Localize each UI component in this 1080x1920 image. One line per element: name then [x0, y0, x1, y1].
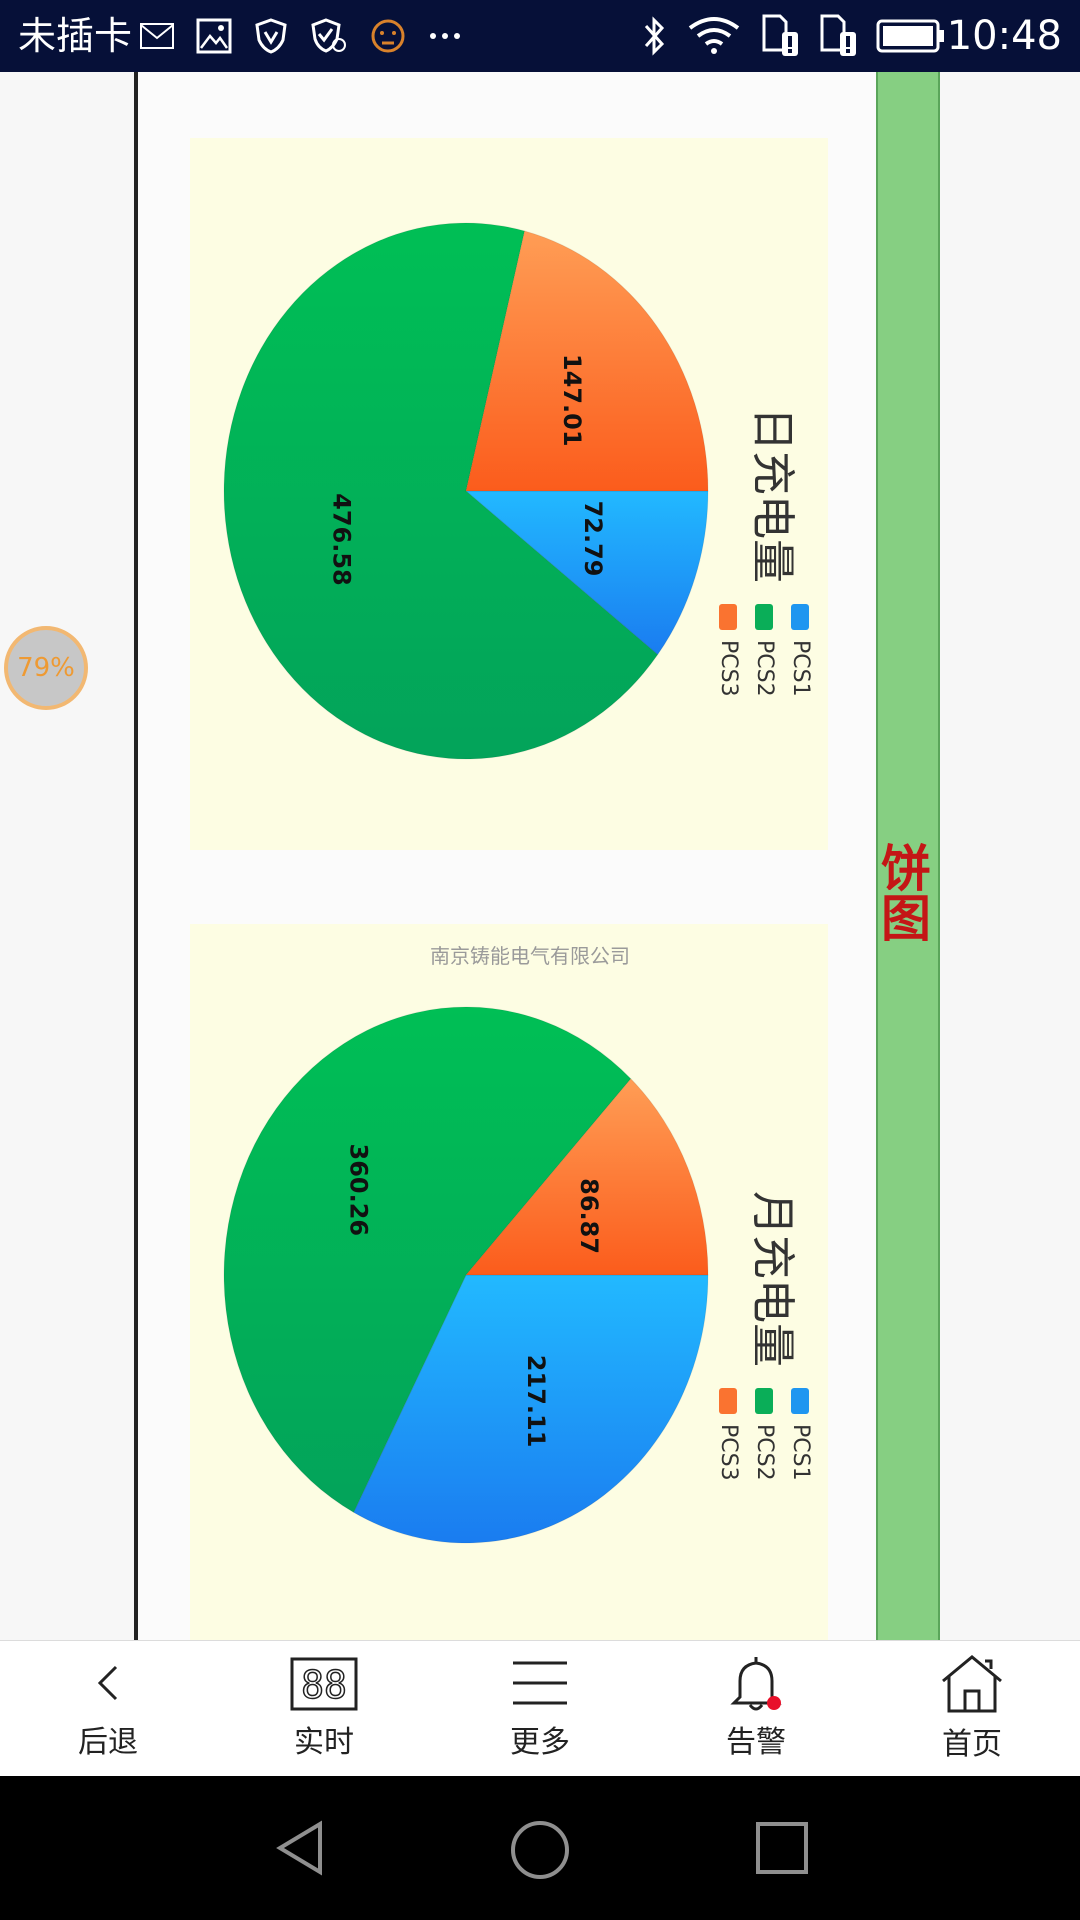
- nav-realtime[interactable]: 88 实时: [216, 1641, 432, 1777]
- legend-swatch-pcs1: [791, 604, 809, 630]
- company-name: 南京铸能电气有限公司: [430, 944, 630, 968]
- nav-more-label: 更多: [510, 1725, 570, 1760]
- carrier-label: 未插卡: [18, 14, 133, 58]
- more-dots-icon: [430, 33, 460, 39]
- bell-icon: [730, 1657, 782, 1711]
- nav-realtime-label: 实时: [294, 1725, 354, 1760]
- battery-icon: [876, 19, 944, 53]
- bottom-nav: 后退 88 实时 更多 告警 首页: [0, 1640, 1080, 1777]
- legend-swatch-pcs2: [755, 1388, 773, 1414]
- legend-label-pcs1: PCS1: [788, 640, 813, 697]
- sim-alert-icon: [820, 14, 856, 56]
- pie-value-label: 217.11: [522, 1355, 550, 1448]
- legend-label-pcs3: PCS3: [716, 1424, 741, 1481]
- system-icons: [640, 12, 946, 60]
- nav-home[interactable]: 首页: [864, 1641, 1080, 1777]
- chart-title: 日充电量: [747, 407, 798, 583]
- legend-label-pcs2: PCS2: [752, 640, 777, 697]
- mail-icon: [140, 23, 174, 49]
- bluetooth-icon: [644, 16, 665, 56]
- legend-label-pcs3: PCS3: [716, 640, 741, 697]
- home-circle-icon[interactable]: [508, 1818, 572, 1882]
- pie-value-label: 476.58: [327, 493, 355, 586]
- side-title: 饼图: [873, 842, 931, 942]
- shield-check-icon: [311, 18, 346, 53]
- pie-chart-monthly: 217.11 360.26 86.87 月充电量 PCS1 PCS2 PCS3: [223, 1006, 813, 1544]
- legend-swatch-pcs1: [791, 1388, 809, 1414]
- nav-alarm-label: 告警: [726, 1725, 786, 1760]
- emoji-face-icon: [371, 19, 405, 53]
- pie-value-label: 72.79: [579, 501, 607, 577]
- clock: 10:48: [946, 13, 1062, 59]
- legend-swatch-pcs3: [719, 1388, 737, 1414]
- home-icon: [942, 1655, 1002, 1713]
- back-chevron-icon: [97, 1665, 118, 1701]
- sim-alert-icon: [762, 14, 798, 56]
- floating-battery-badge[interactable]: 79%: [4, 626, 88, 710]
- vpn-shield-icon: [255, 18, 287, 54]
- pie-chart-daily: 72.79 476.58 147.01 日充电量 PCS1 PCS2 PCS3: [223, 222, 813, 760]
- legend-swatch-pcs3: [719, 604, 737, 630]
- status-bar: 未插卡 10:48: [0, 0, 1080, 72]
- digital-88-icon: 88: [290, 1657, 358, 1711]
- chart-title: 月充电量: [747, 1191, 798, 1367]
- android-nav-bar: [0, 1776, 1080, 1920]
- gallery-icon: [196, 18, 232, 54]
- pie-value-label: 147.01: [558, 354, 586, 447]
- nav-back-label: 后退: [78, 1725, 138, 1760]
- nav-more[interactable]: 更多: [432, 1641, 648, 1777]
- pie-value-label: 360.26: [344, 1144, 372, 1237]
- pie-value-label: 86.87: [575, 1178, 603, 1254]
- legend-swatch-pcs2: [755, 604, 773, 630]
- legend-label-pcs2: PCS2: [752, 1424, 777, 1481]
- legend-label-pcs1: PCS1: [788, 1424, 813, 1481]
- nav-alarm[interactable]: 告警: [648, 1641, 864, 1777]
- recents-square-icon[interactable]: [752, 1818, 812, 1878]
- svg-text:88: 88: [301, 1663, 347, 1707]
- notification-icons: [140, 16, 462, 56]
- content-area: 72.79 476.58 147.01 日充电量 PCS1 PCS2 PCS3 217.11 3…: [0, 72, 1080, 1640]
- side-title-bar: 饼图: [873, 72, 940, 1640]
- nav-back[interactable]: 后退: [0, 1641, 216, 1777]
- wifi-icon: [688, 17, 740, 54]
- back-triangle-icon[interactable]: [272, 1818, 332, 1878]
- menu-lines-icon: [513, 1661, 567, 1705]
- nav-home-label: 首页: [942, 1727, 1002, 1762]
